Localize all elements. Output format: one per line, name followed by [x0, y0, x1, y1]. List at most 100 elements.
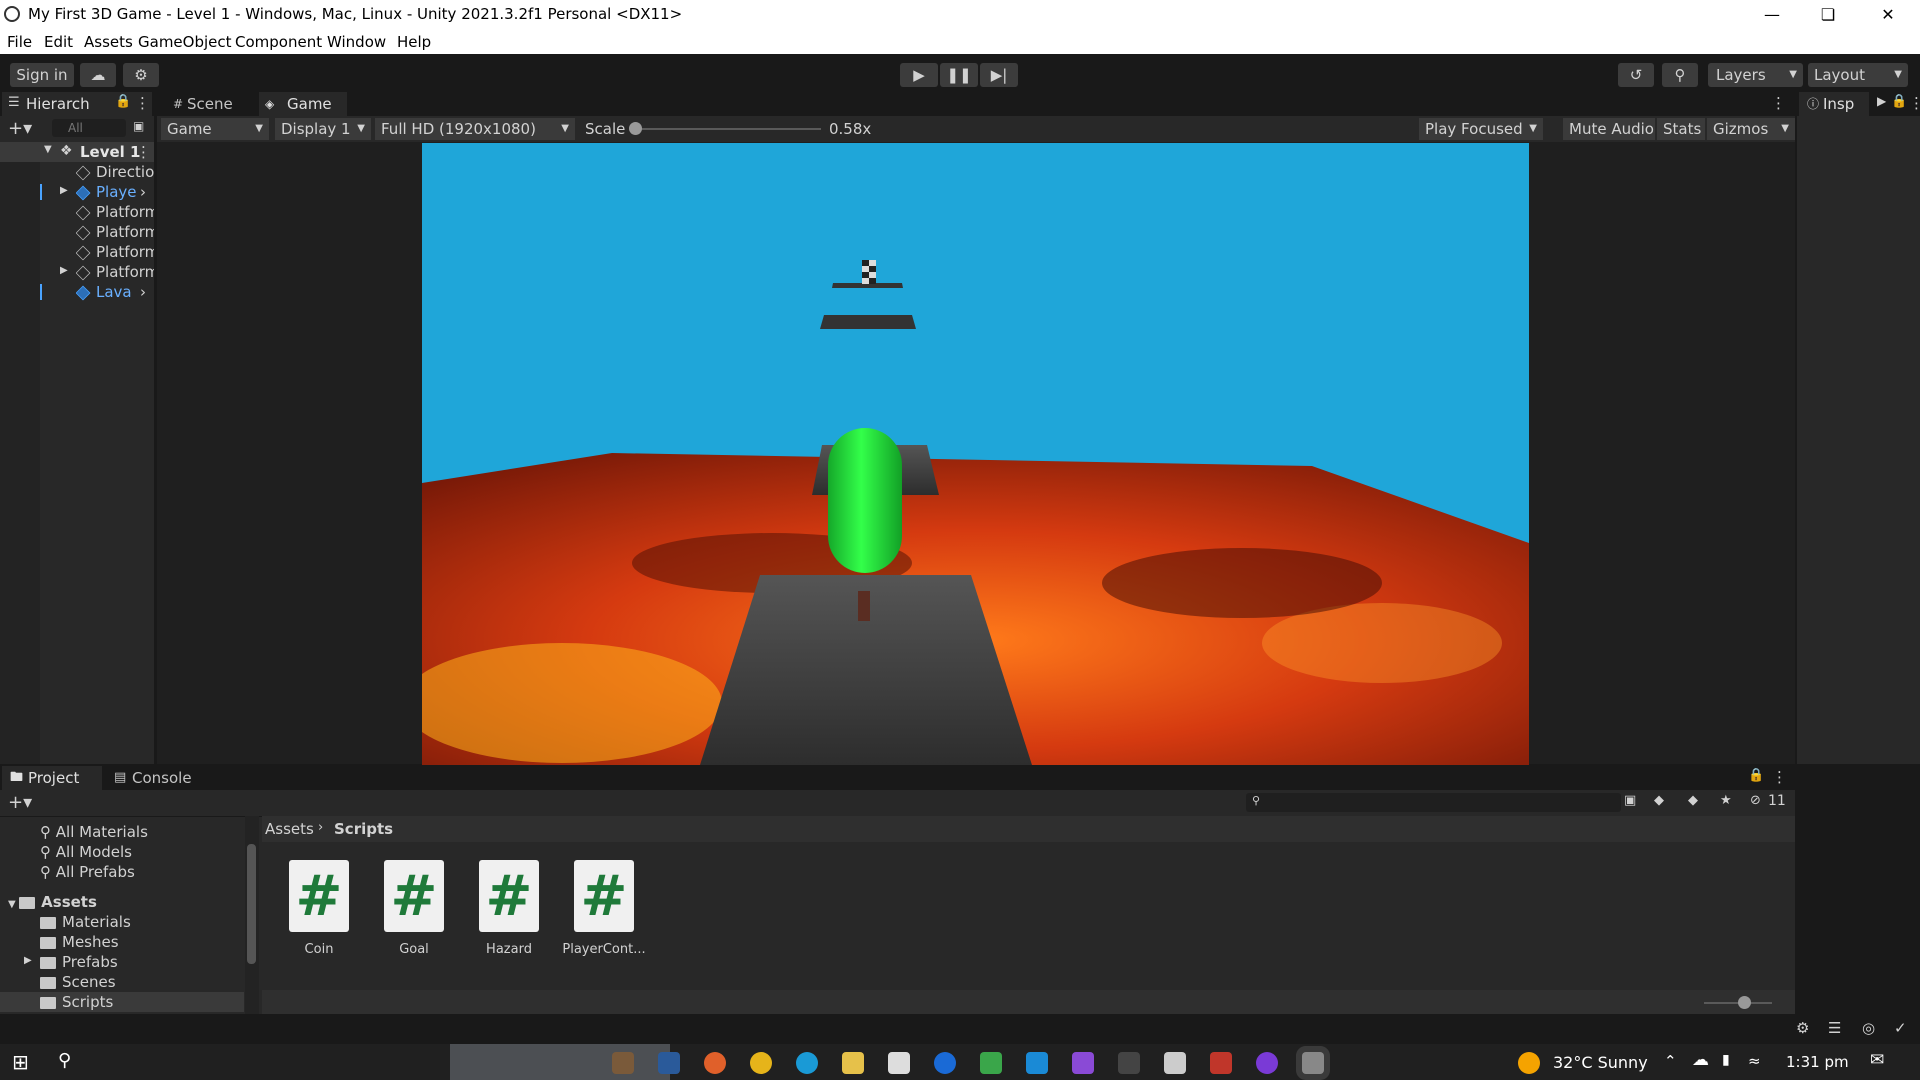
close-button[interactable]: ✕	[1860, 0, 1916, 29]
more-options-icon[interactable]: ⋮	[135, 94, 150, 112]
more-options-icon[interactable]: ⋮	[1772, 768, 1787, 786]
layers-dropdown[interactable]: Layers ▼	[1708, 63, 1803, 87]
chrome-icon[interactable]	[750, 1052, 772, 1074]
tab-inspector[interactable]: ⓘ Insp	[1799, 92, 1869, 116]
add-icon[interactable]: +▾	[8, 118, 32, 139]
search-icon[interactable]: ⚲	[58, 1050, 71, 1071]
project-search-input[interactable]: ⚲	[1246, 793, 1621, 812]
game-viewport[interactable]	[422, 143, 1529, 765]
display-dropdown[interactable]: Display 1 ▼	[275, 118, 371, 140]
favorite-item[interactable]: ⚲ All Prefabs	[40, 862, 135, 882]
clock[interactable]: 1:31 pm	[1786, 1053, 1849, 1071]
folder-item[interactable]: Scripts	[40, 992, 113, 1012]
debug-icon[interactable]: ⚙	[1796, 1019, 1809, 1037]
play-button[interactable]: ▶	[900, 63, 938, 87]
file-explorer-icon[interactable]	[842, 1052, 864, 1074]
play-focused-dropdown[interactable]: Play Focused ▼	[1419, 118, 1543, 140]
type-filter-icon[interactable]: ◆	[1654, 793, 1664, 808]
folder-item[interactable]: Prefabs	[40, 952, 118, 972]
hierarchy-search-input[interactable]: All	[52, 119, 126, 137]
hierarchy-item[interactable]: Platform	[76, 202, 154, 222]
gizmos-dropdown[interactable]: Gizmos ▼	[1707, 118, 1795, 140]
restore-button[interactable]: ❏	[1800, 0, 1856, 29]
menu-file[interactable]: File	[7, 33, 32, 51]
mute-audio-toggle[interactable]: Mute Audio	[1563, 118, 1655, 140]
vscode-icon[interactable]	[1026, 1052, 1048, 1074]
cloud-button[interactable]: ☁	[80, 63, 116, 87]
menu-gameobject[interactable]: GameObject	[138, 33, 232, 51]
resolution-dropdown[interactable]: Full HD (1920x1080) ▼	[375, 118, 575, 140]
favorite-item[interactable]: ⚲ All Models	[40, 842, 132, 862]
scale-slider-thumb[interactable]	[629, 122, 642, 135]
app-icon[interactable]	[1256, 1052, 1278, 1074]
onedrive-icon[interactable]: ☁	[1692, 1050, 1709, 1070]
firefox-icon[interactable]	[704, 1052, 726, 1074]
battery-icon[interactable]: ▮	[1722, 1052, 1730, 1068]
folder-item[interactable]: Scenes	[40, 972, 116, 992]
favorite-item[interactable]: ⚲ All Materials	[40, 822, 148, 842]
breadcrumb-assets[interactable]: Assets	[265, 820, 314, 838]
tab-game[interactable]: ◈ Game	[259, 92, 347, 116]
unity-editor-icon[interactable]	[1302, 1052, 1324, 1074]
edge-icon[interactable]	[796, 1052, 818, 1074]
windows-start-icon[interactable]: ⊞	[12, 1050, 29, 1074]
visual-studio-icon[interactable]	[1072, 1052, 1094, 1074]
app-icon[interactable]	[934, 1052, 956, 1074]
script-asset[interactable]: # PlayerCont...	[557, 860, 651, 957]
chevron-right-icon[interactable]: ▶	[1877, 94, 1886, 108]
expand-arrow-icon[interactable]: ▶	[60, 185, 68, 196]
menu-window[interactable]: Window	[327, 33, 386, 51]
zoom-slider-thumb[interactable]	[1738, 996, 1751, 1009]
menu-component[interactable]: Component	[235, 33, 322, 51]
menu-assets[interactable]: Assets	[84, 33, 133, 51]
check-icon[interactable]: ✓	[1894, 1019, 1907, 1037]
sign-in-button[interactable]: Sign in	[10, 63, 74, 87]
menu-edit[interactable]: Edit	[44, 33, 73, 51]
expand-arrow-icon[interactable]: ▶	[24, 955, 32, 966]
search-button[interactable]: ⚲	[1662, 63, 1698, 87]
minimize-button[interactable]: —	[1744, 0, 1800, 29]
layout-dropdown[interactable]: Layout ▼	[1808, 63, 1908, 87]
lock-icon[interactable]: 🔒	[115, 94, 131, 109]
favorite-icon[interactable]: ★	[1720, 793, 1732, 808]
hierarchy-item[interactable]: Platform	[76, 262, 154, 282]
chevron-right-icon[interactable]: ›	[140, 183, 146, 201]
tree-scrollbar-thumb[interactable]	[247, 844, 256, 964]
weather-text[interactable]: 32°C Sunny	[1553, 1053, 1648, 1072]
chevron-up-icon[interactable]: ⌃	[1664, 1052, 1677, 1070]
wifi-icon[interactable]: ≈	[1748, 1052, 1761, 1070]
more-options-icon[interactable]: ⋮	[1909, 94, 1920, 112]
hierarchy-item[interactable]: Platform	[76, 242, 154, 262]
tab-project[interactable]: 🖿 Project	[2, 766, 102, 790]
script-asset[interactable]: # Hazard	[462, 860, 556, 957]
steam-icon[interactable]	[658, 1052, 680, 1074]
tab-console[interactable]: ▤ Console	[104, 766, 204, 790]
unity-hub-icon[interactable]	[1164, 1052, 1186, 1074]
folder-item[interactable]: Materials	[40, 912, 131, 932]
game-mode-dropdown[interactable]: Game ▼	[161, 118, 269, 140]
lock-icon[interactable]: 🔒	[1748, 768, 1764, 783]
add-icon[interactable]: +▾	[8, 792, 32, 813]
collab-button[interactable]: ⚙	[123, 63, 159, 87]
hidden-packages-icon[interactable]: ⊘	[1750, 793, 1761, 808]
pause-button[interactable]: ❚❚	[940, 63, 978, 87]
step-button[interactable]: ▶|	[980, 63, 1018, 87]
cache-icon[interactable]: ☰	[1828, 1019, 1841, 1037]
app-icon[interactable]	[1118, 1052, 1140, 1074]
store-icon[interactable]	[980, 1052, 1002, 1074]
hierarchy-item[interactable]: Platform	[76, 222, 154, 242]
filter-icon[interactable]: ▣	[133, 119, 144, 133]
stats-toggle[interactable]: Stats	[1657, 118, 1705, 140]
script-asset[interactable]: # Goal	[367, 860, 461, 957]
folder-item[interactable]: Meshes	[40, 932, 119, 952]
more-options-icon[interactable]: ⋮	[1771, 94, 1786, 112]
app-icon[interactable]	[612, 1052, 634, 1074]
scale-slider-track[interactable]	[635, 128, 821, 130]
menu-help[interactable]: Help	[397, 33, 431, 51]
hierarchy-item[interactable]: Directio	[76, 162, 154, 182]
tab-scene[interactable]: # Scene	[165, 92, 257, 116]
more-options-icon[interactable]: ⋮	[136, 143, 151, 161]
app-icon[interactable]	[1210, 1052, 1232, 1074]
chevron-right-icon[interactable]: ›	[140, 283, 146, 301]
expand-arrow-icon[interactable]: ▶	[60, 265, 68, 276]
